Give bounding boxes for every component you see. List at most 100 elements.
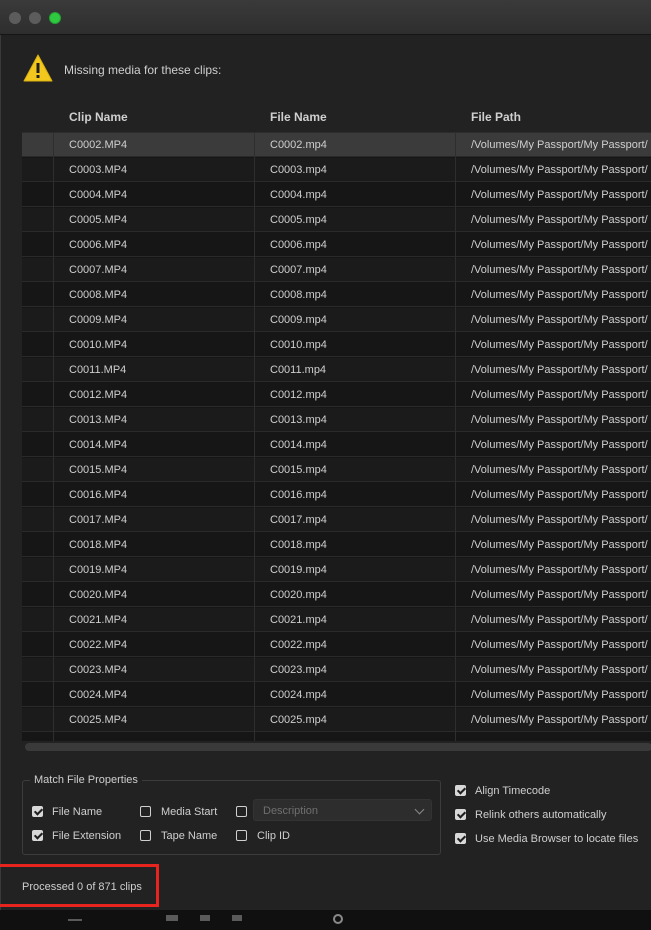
column-header-file-path[interactable]: File Path — [471, 110, 521, 124]
file-path-cell: /Volumes/My Passport/My Passport/ — [471, 664, 648, 676]
file-name-cell: C0020.mp4 — [270, 589, 327, 601]
file-path-cell: /Volumes/My Passport/My Passport/ — [471, 714, 648, 726]
clip-name-cell: C0024.MP4 — [69, 689, 128, 701]
table-row[interactable]: C0013.MP4 C0013.mp4/Volumes/My Passport/M… — [22, 408, 651, 432]
tape-name-checkbox[interactable] — [140, 830, 151, 841]
horizontal-scrollbar[interactable] — [25, 743, 651, 751]
table-row[interactable]: C0011.MP4 C0011.mp4/Volumes/My Passport/M… — [22, 358, 651, 382]
file-name-cell: C0018.mp4 — [270, 539, 327, 551]
description-dropdown[interactable]: Description — [253, 799, 432, 821]
clip-name-cell: C0018.MP4 — [69, 539, 128, 551]
column-header-file-name[interactable]: File Name — [270, 110, 327, 124]
clip-name-cell: C0005.MP4 — [69, 214, 128, 226]
table-row[interactable]: C0025.MP4 C0025.mp4/Volumes/My Passport/M… — [22, 708, 651, 732]
file-name-cell: C0023.mp4 — [270, 664, 327, 676]
table-row[interactable]: C0024.MP4 C0024.mp4/Volumes/My Passport/M… — [22, 683, 651, 707]
file-name-cell: C0025.mp4 — [270, 714, 327, 726]
file-path-cell: /Volumes/My Passport/My Passport/ — [471, 614, 648, 626]
clip-name-cell: C0008.MP4 — [69, 289, 128, 301]
table-row[interactable]: C0014.MP4 C0014.mp4/Volumes/My Passport/M… — [22, 433, 651, 457]
minimize-window-button[interactable] — [29, 12, 41, 24]
clip-name-cell: C0004.MP4 — [69, 189, 128, 201]
relink-others-checkbox[interactable] — [455, 809, 466, 820]
file-extension-checkbox[interactable] — [32, 830, 43, 841]
clip-name-cell: C0010.MP4 — [69, 339, 128, 351]
table-row[interactable]: C0008.MP4 C0008.mp4/Volumes/My Passport/M… — [22, 283, 651, 307]
file-name-cell: C0012.mp4 — [270, 389, 327, 401]
file-name-cell: C0021.mp4 — [270, 614, 327, 626]
clip-name-cell: C0009.MP4 — [69, 314, 128, 326]
file-name-cell: C0010.mp4 — [270, 339, 327, 351]
file-name-cell: C0015.mp4 — [270, 464, 327, 476]
clip-name-cell: C0003.MP4 — [69, 164, 128, 176]
missing-clips-table[interactable]: C0025.MP4 C0025.mp4/Volumes/My Passport/M… — [22, 132, 651, 741]
file-name-cell: C0009.mp4 — [270, 314, 327, 326]
column-header-clip-name[interactable]: Clip Name — [69, 110, 128, 124]
file-extension-label: File Extension — [52, 830, 122, 842]
zoom-window-button[interactable] — [49, 12, 61, 24]
clip-name-cell: C0011.MP4 — [69, 364, 127, 376]
clip-name-cell: C0013.MP4 — [69, 414, 128, 426]
table-row[interactable]: C0016.MP4 C0016.mp4/Volumes/My Passport/M… — [22, 483, 651, 507]
clip-name-cell: C0012.MP4 — [69, 389, 128, 401]
file-name-cell: C0005.mp4 — [270, 214, 327, 226]
file-name-cell: C0011.mp4 — [270, 364, 327, 376]
clip-id-label: Clip ID — [257, 830, 291, 842]
clip-id-checkbox[interactable] — [236, 830, 247, 841]
file-path-cell: /Volumes/My Passport/My Passport/ — [471, 364, 648, 376]
file-path-cell: /Volumes/My Passport/My Passport/ — [471, 314, 648, 326]
media-browser-checkbox[interactable] — [455, 833, 466, 844]
table-row[interactable]: C0021.MP4 C0021.mp4/Volumes/My Passport/M… — [22, 608, 651, 632]
tape-name-label: Tape Name — [161, 830, 218, 842]
panel-icon — [200, 915, 210, 921]
table-row[interactable]: C0020.MP4 C0020.mp4/Volumes/My Passport/M… — [22, 583, 651, 607]
table-row[interactable]: C0003.MP4 C0003.mp4/Volumes/My Passport/M… — [22, 158, 651, 182]
clip-name-cell: C0025.MP4 — [69, 714, 128, 726]
file-name-label: File Name — [52, 806, 103, 818]
file-name-cell: C0024.mp4 — [270, 689, 327, 701]
description-checkbox[interactable] — [236, 806, 247, 817]
media-browser-label: Use Media Browser to locate files — [475, 833, 639, 845]
file-path-cell: /Volumes/My Passport/My Passport/ — [471, 464, 648, 476]
file-name-cell: C0014.mp4 — [270, 439, 327, 451]
table-row[interactable]: C0023.MP4 C0023.mp4/Volumes/My Passport/M… — [22, 658, 651, 682]
align-timecode-checkbox[interactable] — [455, 785, 466, 796]
file-path-cell: /Volumes/My Passport/My Passport/ — [471, 389, 648, 401]
close-window-button[interactable] — [9, 12, 21, 24]
table-row[interactable]: C0012.MP4 C0012.mp4/Volumes/My Passport/M… — [22, 383, 651, 407]
table-row[interactable]: C0017.MP4 C0017.mp4/Volumes/My Passport/M… — [22, 508, 651, 532]
file-name-cell: C0008.mp4 — [270, 289, 327, 301]
panel-icon — [166, 915, 178, 921]
file-name-cell: C0017.mp4 — [270, 514, 327, 526]
table-row[interactable]: C0009.MP4 C0009.mp4/Volumes/My Passport/M… — [22, 308, 651, 332]
clip-name-cell: C0006.MP4 — [69, 239, 128, 251]
file-name-cell: C0002.mp4 — [270, 139, 327, 151]
clip-name-cell: C0002.MP4 — [69, 139, 128, 151]
table-row[interactable]: C0007.MP4 C0007.mp4/Volumes/My Passport/M… — [22, 258, 651, 282]
table-row[interactable]: C0010.MP4 C0010.mp4/Volumes/My Passport/M… — [22, 333, 651, 357]
file-name-checkbox[interactable] — [32, 806, 43, 817]
clip-name-cell: C0019.MP4 — [69, 564, 128, 576]
table-row[interactable]: C0004.MP4 C0004.mp4/Volumes/My Passport/M… — [22, 183, 651, 207]
description-placeholder: Description — [263, 805, 319, 817]
file-name-cell: C0003.mp4 — [270, 164, 327, 176]
clip-name-cell: C0016.MP4 — [69, 489, 128, 501]
table-row[interactable]: C0005.MP4 C0005.mp4/Volumes/My Passport/M… — [22, 208, 651, 232]
clip-name-cell: C0017.MP4 — [69, 514, 128, 526]
table-row[interactable]: C0018.MP4 C0018.mp4/Volumes/My Passport/M… — [22, 533, 651, 557]
table-row[interactable]: C0006.MP4 C0006.mp4/Volumes/My Passport/M… — [22, 233, 651, 257]
clip-name-cell: C0007.MP4 — [69, 264, 128, 276]
table-row[interactable]: C0022.MP4 C0022.mp4/Volumes/My Passport/M… — [22, 633, 651, 657]
file-path-cell: /Volumes/My Passport/My Passport/ — [471, 289, 648, 301]
file-path-cell: /Volumes/My Passport/My Passport/ — [471, 264, 648, 276]
file-path-cell: /Volumes/My Passport/My Passport/ — [471, 139, 648, 151]
media-start-checkbox[interactable] — [140, 806, 151, 817]
menu-lines-icon — [68, 919, 82, 921]
table-row[interactable]: C0015.MP4 C0015.mp4/Volumes/My Passport/M… — [22, 458, 651, 482]
file-name-cell: C0013.mp4 — [270, 414, 327, 426]
table-row[interactable]: C0002.MP4 C0002.mp4/Volumes/My Passport/M… — [22, 133, 651, 157]
table-row[interactable]: C0019.MP4 C0019.mp4/Volumes/My Passport/M… — [22, 558, 651, 582]
window-titlebar — [0, 0, 651, 35]
file-path-cell: /Volumes/My Passport/My Passport/ — [471, 589, 648, 601]
warning-triangle-icon — [23, 54, 53, 82]
